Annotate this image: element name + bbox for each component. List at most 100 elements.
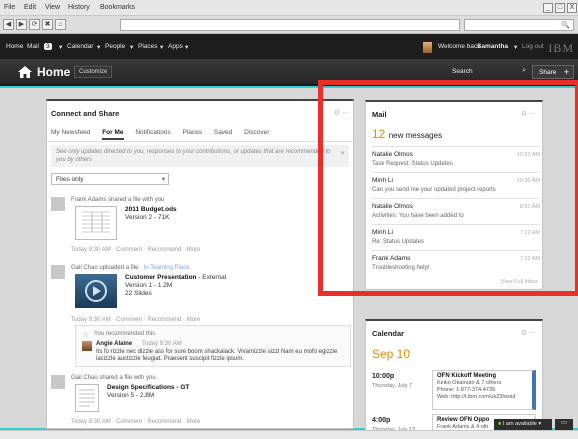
entry-header: Frank Adams shared a file with you: [71, 197, 164, 203]
browser-menubar: File Edit View History Bookmarks _ □ X: [0, 0, 578, 16]
nav-places[interactable]: Places: [138, 43, 158, 50]
mail-count-number: 12: [372, 127, 386, 141]
mail-time: 7:22 AM: [519, 256, 540, 262]
mail-sender: Minh Li: [372, 177, 393, 184]
chat-icon[interactable]: ▭: [555, 419, 573, 430]
avatar[interactable]: [51, 197, 65, 211]
tab-places[interactable]: Places: [183, 129, 203, 136]
recommendation-author[interactable]: Angie Alaine: [96, 341, 132, 347]
entry-meta[interactable]: Today 9:30 AM · Comment · Recommend · Mo…: [71, 317, 200, 323]
menu-file[interactable]: File: [4, 4, 15, 11]
menu-bookmarks[interactable]: Bookmarks: [100, 4, 135, 11]
mail-sender: Frank Adams: [372, 255, 411, 262]
home-nav-icon[interactable]: ⌂: [55, 19, 66, 30]
nav-apps-dropdown-icon[interactable]: ▾: [185, 43, 188, 51]
info-note: See only updates directed to you, respon…: [51, 145, 349, 167]
document-thumbnail[interactable]: [75, 206, 117, 240]
file-name-link[interactable]: Design Specifications - GT: [107, 384, 189, 391]
search-icon[interactable]: 🔍: [561, 21, 570, 29]
browser-search-field[interactable]: 🔍: [464, 19, 574, 31]
forward-icon[interactable]: ▶: [16, 19, 27, 30]
filter-select[interactable]: Files only ▾: [51, 173, 169, 185]
event-attendees: Keiko Okamuto & 7 others: [437, 380, 502, 386]
newsfeed-tabs: My Newsfeed For Me Notifications Places …: [51, 129, 279, 140]
nav-people[interactable]: People: [105, 43, 125, 50]
close-note-icon[interactable]: ✕: [340, 150, 345, 158]
share-button[interactable]: Share +: [532, 65, 574, 79]
mail-row[interactable]: Frank Adams Troubleshooting help! 7:22 A…: [372, 250, 540, 275]
nav-apps[interactable]: Apps: [168, 43, 183, 50]
browser-navbar: ◀ ▶ ⟳ ✖ ⌂ 🔍: [0, 16, 578, 34]
document-thumbnail[interactable]: [75, 384, 99, 412]
tab-for-me[interactable]: For Me: [102, 129, 124, 140]
mail-row[interactable]: Natalie Olmos Task Request: Status Updat…: [372, 146, 540, 171]
mail-sender: Natalie Olmos: [372, 203, 413, 210]
event-card[interactable]: OFN Kickoff Meeting Keiko Okamuto & 7 ot…: [432, 370, 536, 410]
star-icon[interactable]: ☆: [82, 330, 89, 339]
customize-button[interactable]: Customize: [74, 66, 113, 78]
event-web[interactable]: Web: http://t.ibm.com/uk23hsoid: [437, 394, 515, 400]
file-name-link[interactable]: Customer Presentation: [125, 274, 197, 281]
gear-icon[interactable]: ⚙ ⋯: [521, 110, 536, 118]
entry-user[interactable]: Gail Chao: [71, 265, 98, 271]
chat-status-button[interactable]: ■ I am available ▾: [494, 419, 552, 430]
recommendation-box: ☆ You recommended this Angie Alaine Toda…: [75, 325, 351, 367]
page-title: Home: [37, 65, 71, 79]
tab-discover[interactable]: Discover: [244, 129, 269, 136]
feed-entry: Gail Chao shared a file with you Design …: [51, 375, 351, 431]
view-full-inbox-link[interactable]: View Full Inbox: [501, 279, 538, 285]
entry-user[interactable]: Gail Chao: [71, 375, 98, 381]
user-name[interactable]: Samantha: [477, 43, 508, 50]
status-dot-icon: ■: [498, 421, 502, 427]
entry-place[interactable]: · In Teaming Place: [140, 265, 190, 271]
entry-details: Design Specifications - GT Version 5 - 2…: [107, 384, 189, 400]
tab-my-newsfeed[interactable]: My Newsfeed: [51, 129, 90, 136]
mail-row[interactable]: Minh Li Can you send me your updated pro…: [372, 172, 540, 197]
avatar[interactable]: [82, 341, 92, 351]
menu-view[interactable]: View: [45, 4, 60, 11]
nav-mail[interactable]: Mail: [27, 43, 39, 50]
maximize-icon[interactable]: □: [555, 3, 565, 13]
gear-icon[interactable]: ⚙ ⋯: [334, 109, 349, 117]
nav-places-dropdown-icon[interactable]: ▾: [160, 43, 163, 51]
avatar[interactable]: [51, 375, 65, 389]
gear-icon[interactable]: ⚙ ⋯: [521, 329, 536, 337]
user-avatar[interactable]: [423, 42, 432, 53]
reload-icon[interactable]: ⟳: [29, 19, 40, 30]
mail-time: 8:52 AM: [519, 204, 540, 210]
app-search-field[interactable]: Search ⌕: [448, 65, 528, 79]
entry-meta[interactable]: Today 9:30 AM · Comment · Recommend · Mo…: [71, 419, 200, 425]
minimize-icon[interactable]: _: [543, 3, 553, 13]
file-name-link[interactable]: 2011 Budget.ods: [125, 206, 177, 213]
entry-details: 2011 Budget.ods Version 2 - 71K: [125, 206, 177, 222]
entry-user[interactable]: Frank Adams: [71, 197, 106, 203]
user-dropdown-icon[interactable]: ▾: [514, 43, 517, 51]
mail-row[interactable]: Natalie Olmos Activities: You have been …: [372, 198, 540, 223]
menu-history[interactable]: History: [68, 4, 90, 11]
back-icon[interactable]: ◀: [3, 19, 14, 30]
logout-link[interactable]: Log out: [522, 43, 544, 50]
nav-calendar-dropdown-icon[interactable]: ▾: [97, 43, 100, 51]
nav-people-dropdown-icon[interactable]: ▾: [130, 43, 133, 51]
tab-notifications[interactable]: Notifications: [135, 129, 170, 136]
nav-home[interactable]: Home: [6, 43, 23, 50]
close-icon[interactable]: X: [567, 3, 577, 13]
stop-icon[interactable]: ✖: [42, 19, 53, 30]
app-search-label: Search: [452, 68, 473, 75]
app-search-icon[interactable]: ⌕: [522, 67, 526, 75]
nav-mail-dropdown-icon[interactable]: ▾: [59, 43, 62, 51]
calendar-day: Sep 10: [372, 347, 411, 361]
mail-row[interactable]: Minh Li Re: Status Updates 7:22 AM: [372, 224, 540, 249]
presentation-thumbnail[interactable]: [75, 274, 117, 308]
menu-edit[interactable]: Edit: [24, 4, 36, 11]
tab-saved[interactable]: Saved: [214, 129, 232, 136]
event-phone: Phone: 1-877-374-4739: [437, 387, 496, 393]
mail-sender: Minh Li: [372, 229, 393, 236]
share-label: Share: [539, 69, 557, 76]
url-field[interactable]: [120, 19, 460, 31]
nav-calendar[interactable]: Calendar: [67, 43, 93, 50]
event-time: 10:00p: [372, 373, 395, 380]
mail-subject: Re: Status Updates: [372, 239, 425, 245]
entry-meta[interactable]: Today 9:30 AM · Comment · Recommend · Mo…: [71, 247, 200, 253]
avatar[interactable]: [51, 265, 65, 279]
